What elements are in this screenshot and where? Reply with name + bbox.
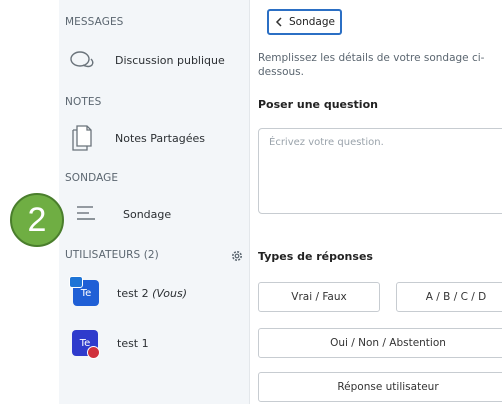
back-button-label: Sondage bbox=[289, 16, 335, 28]
gear-icon[interactable] bbox=[230, 249, 244, 263]
public-chat-label: Discussion publique bbox=[115, 54, 225, 67]
abcd-button[interactable]: A / B / C / D bbox=[396, 282, 502, 312]
user-name: test 1 bbox=[117, 337, 149, 350]
user-name-text: test 2 bbox=[117, 287, 149, 300]
avatar: Te bbox=[72, 330, 100, 359]
messages-header: MESSAGES bbox=[65, 16, 124, 28]
notes-icon bbox=[72, 125, 92, 151]
question-header: Poser une question bbox=[258, 98, 378, 111]
user-name: test 2 (Vous) bbox=[117, 287, 187, 300]
muted-mic-icon bbox=[87, 346, 100, 359]
response-types-header: Types de réponses bbox=[258, 250, 373, 263]
notes-header: NOTES bbox=[65, 96, 102, 108]
sidebar-item-public-chat[interactable]: Discussion publique bbox=[59, 42, 249, 82]
poll-icon bbox=[77, 206, 95, 220]
chat-icon bbox=[70, 51, 94, 68]
shared-notes-label: Notes Partagées bbox=[115, 132, 205, 145]
poll-label: Sondage bbox=[123, 208, 172, 221]
avatar-initials: Te bbox=[80, 287, 92, 299]
sidebar-item-shared-notes[interactable]: Notes Partagées bbox=[59, 120, 249, 160]
user-list-sidebar: MESSAGES Discussion publique NOTES Notes… bbox=[59, 0, 250, 404]
you-indicator: (Vous) bbox=[152, 287, 188, 300]
poll-header: SONDAGE bbox=[65, 172, 119, 184]
user-response-button[interactable]: Réponse utilisateur bbox=[258, 372, 502, 402]
back-button[interactable]: Sondage bbox=[267, 9, 342, 35]
users-header: UTILISATEURS (2) bbox=[65, 249, 159, 261]
poll-panel: Sondage Remplissez les détails de votre … bbox=[250, 0, 502, 404]
sidebar-item-poll[interactable]: Sondage bbox=[59, 194, 249, 234]
poll-description: Remplissez les détails de votre sondage … bbox=[258, 52, 485, 78]
question-input[interactable]: Écrivez votre question. bbox=[258, 128, 502, 214]
question-placeholder: Écrivez votre question. bbox=[269, 137, 384, 148]
screen-share-icon bbox=[69, 276, 83, 288]
yes-no-abstention-button[interactable]: Oui / Non / Abstention bbox=[258, 328, 502, 358]
step-number-badge: 2 bbox=[10, 193, 64, 247]
avatar: Te bbox=[69, 276, 99, 306]
true-false-button[interactable]: Vrai / Faux bbox=[258, 282, 380, 312]
chevron-left-icon bbox=[275, 17, 282, 27]
